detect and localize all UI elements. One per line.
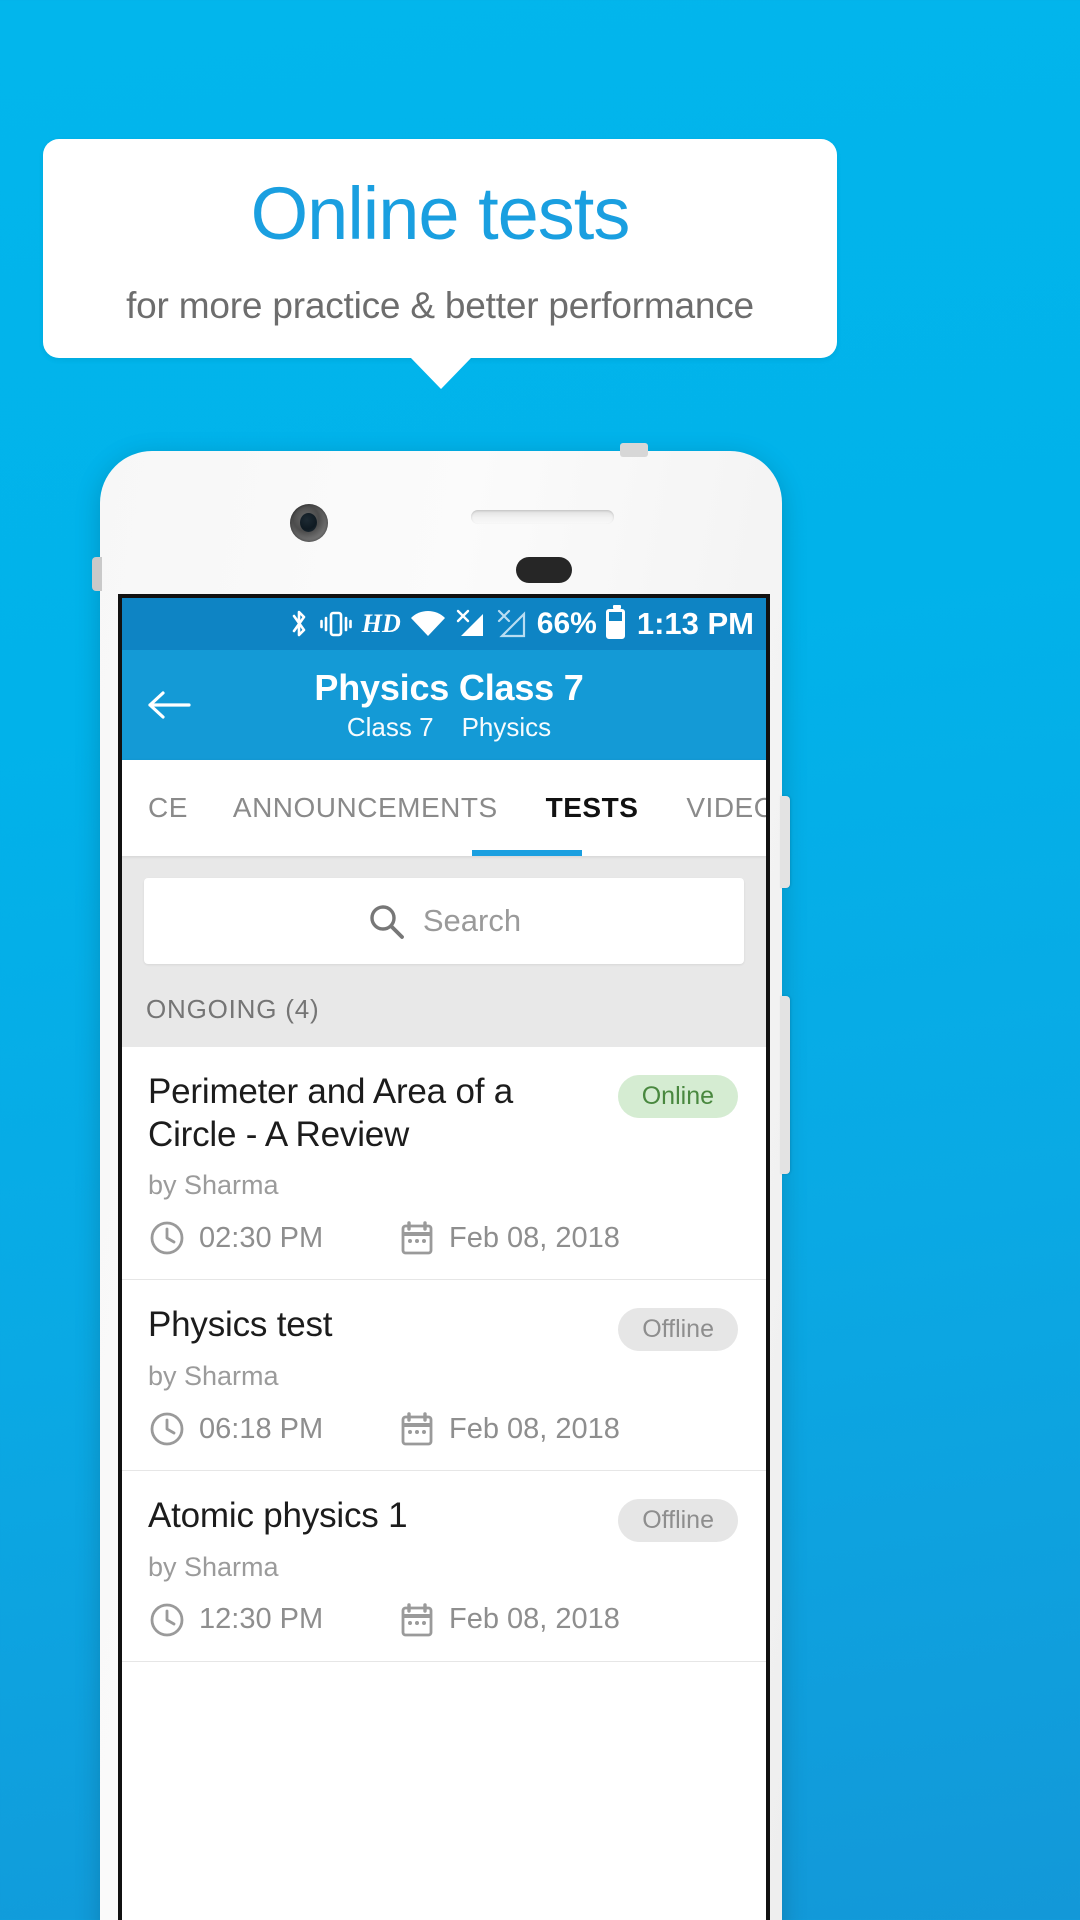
proximity-sensor: [516, 557, 572, 583]
battery-percent-label: 66%: [536, 607, 597, 640]
tab-ce[interactable]: CE: [148, 760, 188, 856]
test-author: by Sharma: [148, 1170, 279, 1201]
test-time-label: 06:18 PM: [199, 1412, 324, 1445]
test-date: Feb 08, 2018: [398, 1601, 620, 1639]
breadcrumb-subject: Physics: [461, 712, 552, 743]
page-title: Physics Class 7: [314, 666, 584, 708]
test-title: Atomic physics 1: [148, 1496, 408, 1536]
wifi-icon: [410, 610, 446, 638]
test-time: 12:30 PM: [148, 1601, 398, 1639]
search-section: Search: [122, 856, 766, 990]
test-time: 06:18 PM: [148, 1410, 398, 1448]
phone-volume-button: [780, 996, 790, 1174]
phone-left-button: [92, 557, 102, 591]
status-badge: Online: [617, 1075, 738, 1118]
search-placeholder: Search: [422, 903, 522, 938]
calendar-icon: [398, 1219, 436, 1257]
signal-empty-icon: [496, 609, 528, 639]
list-item[interactable]: Atomic physics 1 by Sharma 12:30 PM Feb …: [122, 1471, 766, 1662]
test-meta: 12:30 PM Feb 08, 2018: [148, 1601, 740, 1639]
status-badge: Offline: [618, 1499, 738, 1543]
tab-bar: CE ANNOUNCEMENTS TESTS VIDEOS: [122, 760, 766, 856]
tab-tests[interactable]: TESTS: [546, 760, 639, 856]
test-date-label: Feb 08, 2018: [449, 1221, 620, 1254]
test-meta: 06:18 PM Feb 08, 2018: [148, 1410, 740, 1448]
test-time-label: 12:30 PM: [199, 1603, 324, 1636]
promo-subtitle: for more practice & better performance: [126, 284, 754, 326]
status-bar-clock: 1:13 PM: [636, 606, 754, 641]
status-bar: HD 66% 1:13 PM: [122, 598, 766, 650]
tab-videos[interactable]: VIDEOS: [686, 760, 766, 856]
earpiece-speaker: [471, 510, 614, 524]
hd-icon: HD: [361, 609, 401, 638]
phone-mockup: HD 66% 1:13 PM Physics Class 7 Class 7 P…: [86, 443, 796, 1920]
test-time: 02:30 PM: [148, 1219, 398, 1257]
phone-top-antenna: [620, 443, 648, 457]
active-tab-indicator: [472, 850, 582, 856]
phone-screen: HD 66% 1:13 PM Physics Class 7 Class 7 P…: [118, 594, 770, 1920]
tab-announcements[interactable]: ANNOUNCEMENTS: [233, 760, 498, 856]
test-author: by Sharma: [148, 1361, 279, 1392]
clock-icon: [148, 1219, 186, 1257]
calendar-icon: [398, 1601, 436, 1639]
clock-icon: [148, 1410, 186, 1448]
search-icon: [367, 902, 405, 940]
list-item[interactable]: Perimeter and Area of a Circle - A Revie…: [122, 1047, 766, 1281]
status-badge: Offline: [618, 1308, 738, 1352]
breadcrumb-class: Class 7: [346, 712, 434, 743]
search-input[interactable]: Search: [144, 878, 744, 964]
test-title: Perimeter and Area of a Circle - A Revie…: [148, 1072, 514, 1154]
phone-power-button: [780, 796, 790, 888]
promo-bubble: Online tests for more practice & better …: [43, 139, 837, 358]
section-header-ongoing: ONGOING (4): [122, 990, 766, 1047]
breadcrumb: Class 7 Physics: [132, 712, 766, 743]
test-meta: 02:30 PM Feb 08, 2018: [148, 1219, 740, 1257]
test-author: by Sharma: [148, 1551, 279, 1582]
bluetooth-icon: [289, 608, 310, 640]
battery-icon: [605, 605, 625, 639]
list-item[interactable]: Physics test by Sharma 06:18 PM Feb 08, …: [122, 1280, 766, 1472]
promo-bubble-tail: [410, 357, 472, 389]
test-date: Feb 08, 2018: [398, 1410, 620, 1448]
test-date: Feb 08, 2018: [398, 1219, 620, 1257]
signal-no-service-icon: [455, 609, 487, 639]
test-date-label: Feb 08, 2018: [449, 1603, 620, 1636]
app-bar-titles: Physics Class 7 Class 7 Physics: [122, 667, 766, 743]
promo-title: Online tests: [250, 171, 631, 255]
test-title: Physics test: [148, 1305, 333, 1345]
calendar-icon: [398, 1410, 436, 1448]
test-date-label: Feb 08, 2018: [449, 1412, 620, 1445]
test-time-label: 02:30 PM: [199, 1221, 324, 1254]
vibrate-icon: [319, 609, 353, 639]
app-bar: Physics Class 7 Class 7 Physics: [122, 650, 766, 760]
clock-icon: [148, 1601, 186, 1639]
front-camera-icon: [290, 504, 328, 542]
